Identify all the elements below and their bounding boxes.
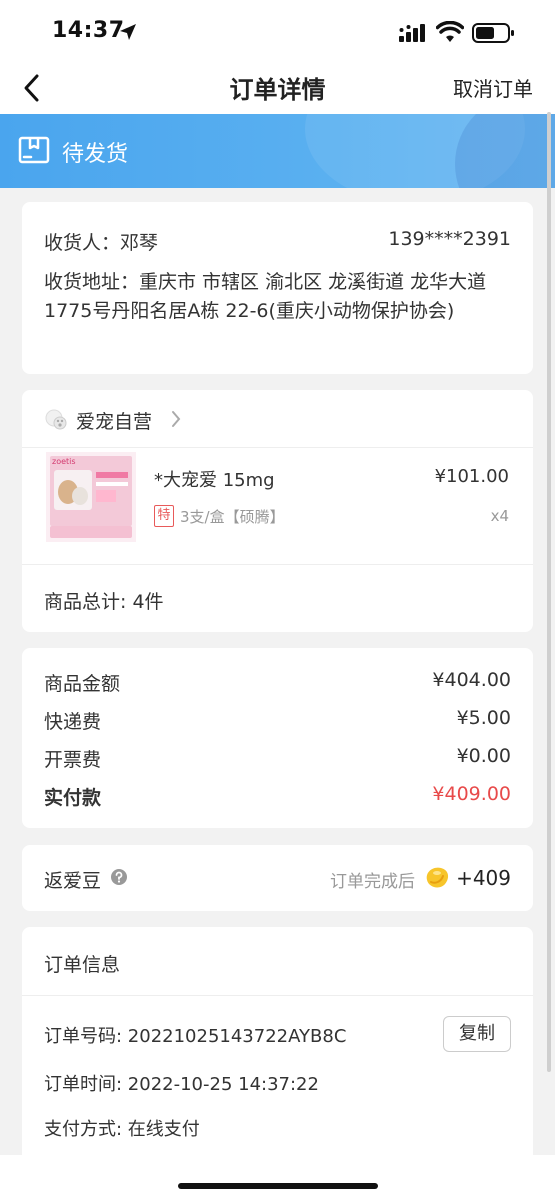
product-name[interactable]: *大宠爱 15mg: [154, 466, 275, 492]
location-arrow-icon: [120, 24, 136, 40]
wifi-icon: [436, 21, 464, 42]
product-quantity: x4: [490, 507, 509, 525]
goods-card: 爱宠自营 zoetis *大宠爱 15mg ¥101.00 特 3支/盒【硕腾】…: [22, 390, 533, 632]
chevron-right-icon: [172, 411, 181, 427]
order-number: 订单号码: 20221025143722AYB8C: [44, 1026, 347, 1047]
copy-order-number-button[interactable]: 复制: [443, 1016, 511, 1052]
status-time: 14:37: [52, 18, 125, 43]
price-label: 开票费: [44, 749, 102, 771]
price-value: ¥5.00: [456, 707, 511, 729]
banner-decoration: [455, 114, 555, 188]
cellular-signal-icon: [399, 24, 425, 42]
price-label: 商品金额: [44, 673, 121, 695]
address-card: 收货人：邓琴 139****2391 收货地址：重庆市 市辖区 渝北区 龙溪街道…: [22, 202, 533, 374]
home-indicator-area: [0, 1155, 555, 1200]
package-box-icon: [18, 136, 50, 164]
product-spec: 3支/盒【硕腾】: [180, 508, 285, 526]
shop-row[interactable]: 爱宠自营: [22, 390, 533, 448]
price-row-shipping-fee: 快递费 ¥5.00: [44, 707, 511, 735]
order-info-title: 订单信息: [44, 954, 121, 976]
divider: [22, 995, 533, 996]
receiver-name: 收货人：邓琴: [44, 232, 159, 254]
receiver-address: 收货地址：重庆市 市辖区 渝北区 龙溪街道 龙华大道1775号丹阳名居A栋 22…: [44, 271, 487, 322]
payment-method: 支付方式: 在线支付: [44, 1119, 200, 1140]
nav-bar: 订单详情 取消订单: [0, 62, 555, 114]
price-row-invoice-fee: 开票费 ¥0.00: [44, 745, 511, 773]
order-status-banner: 待发货: [0, 114, 555, 188]
bean-icon: [426, 867, 449, 888]
price-label: 快递费: [44, 711, 102, 733]
amount-paid-value: ¥409.00: [432, 783, 511, 805]
reward-beans-card: 返爱豆 订单完成后 +409: [22, 845, 533, 911]
price-label: 实付款: [44, 787, 102, 809]
price-row-amount-paid: 实付款 ¥409.00: [44, 783, 511, 811]
shop-name: 爱宠自营: [76, 411, 153, 433]
reward-beans-label: 返爱豆: [44, 870, 102, 892]
shop-logo-icon: [45, 409, 67, 430]
help-question-icon[interactable]: [110, 868, 128, 886]
receiver-phone: 139****2391: [388, 228, 511, 250]
home-indicator[interactable]: [178, 1183, 378, 1189]
battery-icon: [472, 23, 514, 43]
scrollbar[interactable]: [547, 112, 551, 1072]
reward-beans-value: +409: [456, 866, 511, 890]
divider: [22, 564, 533, 565]
status-bar: 14:37: [0, 0, 555, 62]
price-row-goods-amount: 商品金额 ¥404.00: [44, 669, 511, 697]
order-status-text: 待发货: [62, 142, 129, 167]
product-brand-text: zoetis: [52, 457, 76, 466]
price-summary-card: 商品金额 ¥404.00 快递费 ¥5.00 开票费 ¥0.00 实付款 ¥40…: [22, 648, 533, 828]
price-value: ¥404.00: [432, 669, 511, 691]
product-price: ¥101.00: [434, 466, 509, 487]
price-value: ¥0.00: [456, 745, 511, 767]
goods-total-count: 商品总计: 4件: [44, 591, 164, 613]
reward-beans-note: 订单完成后: [330, 872, 415, 892]
product-image[interactable]: zoetis: [46, 452, 136, 542]
cancel-order-button[interactable]: 取消订单: [453, 73, 533, 102]
order-time: 订单时间: 2022-10-25 14:37:22: [44, 1074, 319, 1095]
order-info-card: 订单信息 订单号码: 20221025143722AYB8C 复制 订单时间: …: [22, 927, 533, 1167]
special-tag-badge: 特: [154, 505, 174, 527]
